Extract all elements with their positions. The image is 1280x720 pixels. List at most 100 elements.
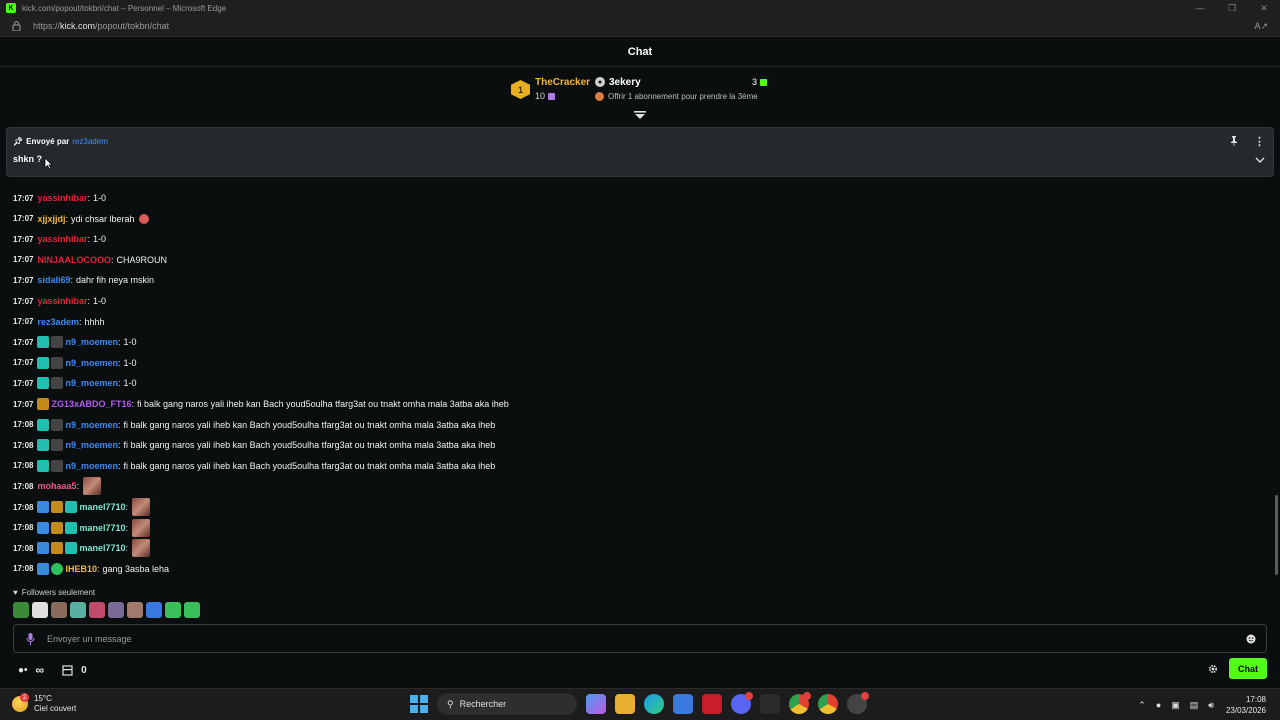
message-username[interactable]: IHEB10 (65, 564, 97, 574)
teal-badge-icon[interactable] (37, 459, 50, 472)
settings-gear-icon[interactable] (1207, 663, 1219, 675)
quick-emote-icon[interactable] (89, 602, 105, 618)
avatar-badge-icon[interactable] (51, 418, 64, 431)
expand-leaderboard-icon[interactable] (634, 111, 646, 121)
message-username[interactable]: n9_moemen (65, 440, 118, 450)
more-options-icon[interactable]: ⋮ (1254, 135, 1265, 148)
message-username[interactable]: manel7710 (79, 543, 125, 553)
emote-icon[interactable] (138, 213, 149, 224)
avatar-badge-icon[interactable] (51, 439, 64, 452)
avatar-badge-icon[interactable] (51, 377, 64, 390)
sent-by-user[interactable]: rez3adem (72, 137, 108, 146)
leader-second-name[interactable]: 3ekery (609, 77, 641, 88)
phone-link-icon[interactable]: ▣ (1171, 700, 1180, 711)
blue-badge-icon[interactable] (37, 521, 50, 534)
blue-badge-icon[interactable] (37, 542, 50, 555)
leader-first-name[interactable]: TheCracker (535, 77, 590, 88)
chrome-icon[interactable] (789, 692, 811, 714)
vault-icon[interactable] (62, 664, 73, 676)
blue-badge-icon[interactable] (37, 562, 50, 575)
quick-emote-icon[interactable] (32, 602, 48, 618)
message-username[interactable]: mohaaa5 (37, 481, 76, 491)
quick-emote-icon[interactable] (184, 602, 200, 618)
gamepad-icon[interactable] (760, 694, 780, 714)
message-username[interactable]: sidali69 (37, 275, 70, 285)
quick-emote-icon[interactable] (108, 602, 124, 618)
acrobat-icon[interactable] (702, 694, 722, 714)
message-username[interactable]: yassinhibar (37, 193, 87, 203)
restore-icon[interactable]: ❐ (1216, 0, 1248, 16)
chrome-profile-icon[interactable] (818, 694, 838, 714)
read-aloud-icon[interactable]: A↗ (1254, 21, 1268, 32)
crown-badge-icon[interactable] (51, 501, 64, 513)
message-username[interactable]: ZG13xABDO_FT16 (51, 399, 131, 409)
teal-badge-icon[interactable] (65, 501, 78, 513)
show-hidden-icons[interactable]: ⌃ (1138, 700, 1146, 711)
quick-emote-icon[interactable] (146, 602, 162, 618)
message-username[interactable]: n9_moemen (65, 420, 118, 430)
message-username[interactable]: NINJAALOCOOO (37, 255, 111, 265)
store-icon[interactable] (673, 694, 693, 714)
microphone-tray-icon[interactable]: ● (1156, 700, 1161, 711)
discord-icon[interactable] (731, 692, 753, 714)
message-username[interactable]: rez3adem (37, 317, 79, 327)
emote-image[interactable] (132, 498, 151, 516)
url-text[interactable]: https://kick.com/popout/tokbri/chat (33, 21, 169, 31)
avatar-badge-icon[interactable] (51, 336, 64, 349)
message-separator: : (131, 399, 135, 409)
emote-image[interactable] (132, 539, 151, 558)
quick-emote-icon[interactable] (13, 602, 29, 618)
quick-emote-icon[interactable] (127, 602, 143, 618)
message-username[interactable]: n9_moemen (65, 378, 118, 388)
emote-image[interactable] (83, 477, 102, 496)
message-username[interactable]: manel7710 (79, 523, 125, 533)
blue-badge-icon[interactable] (37, 501, 50, 513)
message-username[interactable]: n9_moemen (65, 337, 118, 347)
emoji-picker-icon[interactable] (1246, 634, 1256, 644)
volume-icon[interactable]: 🔊︎ (1208, 700, 1214, 711)
emote-image[interactable] (132, 518, 151, 537)
taskbar-search[interactable]: ⚲ Rechercher (437, 693, 577, 715)
message-username[interactable]: n9_moemen (65, 461, 118, 471)
microphone-icon[interactable] (26, 632, 35, 645)
quick-emote-icon[interactable] (165, 602, 181, 618)
gift-offer[interactable]: Offrir 1 abonnement pour prendre la 3ème (595, 92, 758, 101)
crown-badge-icon[interactable] (51, 521, 64, 534)
quick-emote-icon[interactable] (70, 602, 86, 618)
send-chat-button[interactable]: Chat (1229, 658, 1267, 679)
message-username[interactable]: n9_moemen (65, 358, 118, 368)
crown-badge-icon[interactable] (51, 542, 64, 555)
chat-scrollbar[interactable] (1275, 495, 1278, 575)
teal-badge-icon[interactable] (65, 542, 78, 555)
teal-badge-icon[interactable] (37, 377, 50, 390)
address-bar[interactable]: https://kick.com/popout/tokbri/chat A↗ (0, 16, 1280, 37)
message-input[interactable] (47, 633, 1197, 644)
teal-badge-icon[interactable] (37, 356, 50, 369)
minimize-icon[interactable]: — (1184, 0, 1216, 16)
app-icon[interactable] (847, 692, 869, 714)
edge-icon[interactable] (644, 694, 664, 714)
message-username[interactable]: yassinhibar (37, 234, 87, 244)
teal-badge-icon[interactable] (37, 336, 50, 349)
verified-badge-icon[interactable] (51, 562, 64, 575)
crown-badge-icon[interactable] (37, 398, 50, 410)
network-icon[interactable]: ▤ (1190, 700, 1199, 711)
message-username[interactable]: yassinhibar (37, 296, 87, 306)
file-explorer-icon[interactable] (615, 694, 635, 714)
message-username[interactable]: manel7710 (79, 502, 125, 512)
copilot-icon[interactable] (586, 694, 606, 714)
avatar-badge-icon[interactable] (51, 459, 64, 472)
teal-badge-icon[interactable] (37, 439, 50, 452)
close-icon[interactable]: ✕ (1248, 0, 1280, 16)
teal-badge-icon[interactable] (37, 418, 50, 431)
users-icon[interactable]: ●• (18, 665, 28, 676)
unpin-icon[interactable] (1229, 136, 1239, 146)
weather-widget[interactable]: 2 15°C Ciel couvert (12, 693, 76, 714)
message-username[interactable]: xjjxjjdj (37, 214, 65, 224)
chevron-down-icon[interactable] (1255, 156, 1265, 164)
quick-emote-icon[interactable] (51, 602, 67, 618)
taskbar-clock[interactable]: 17:08 23/03/2026 (1226, 694, 1266, 716)
avatar-badge-icon[interactable] (51, 356, 64, 369)
start-menu-icon[interactable] (410, 695, 428, 713)
teal-badge-icon[interactable] (65, 521, 78, 534)
